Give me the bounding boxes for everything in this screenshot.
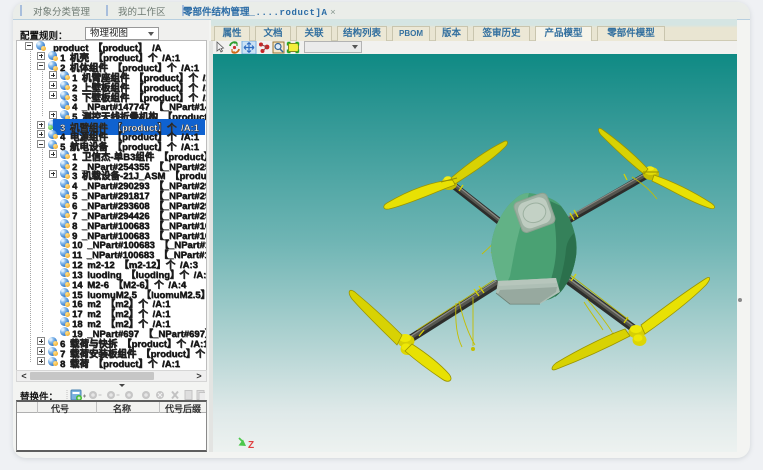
svg-text:Z: Z (248, 440, 254, 451)
